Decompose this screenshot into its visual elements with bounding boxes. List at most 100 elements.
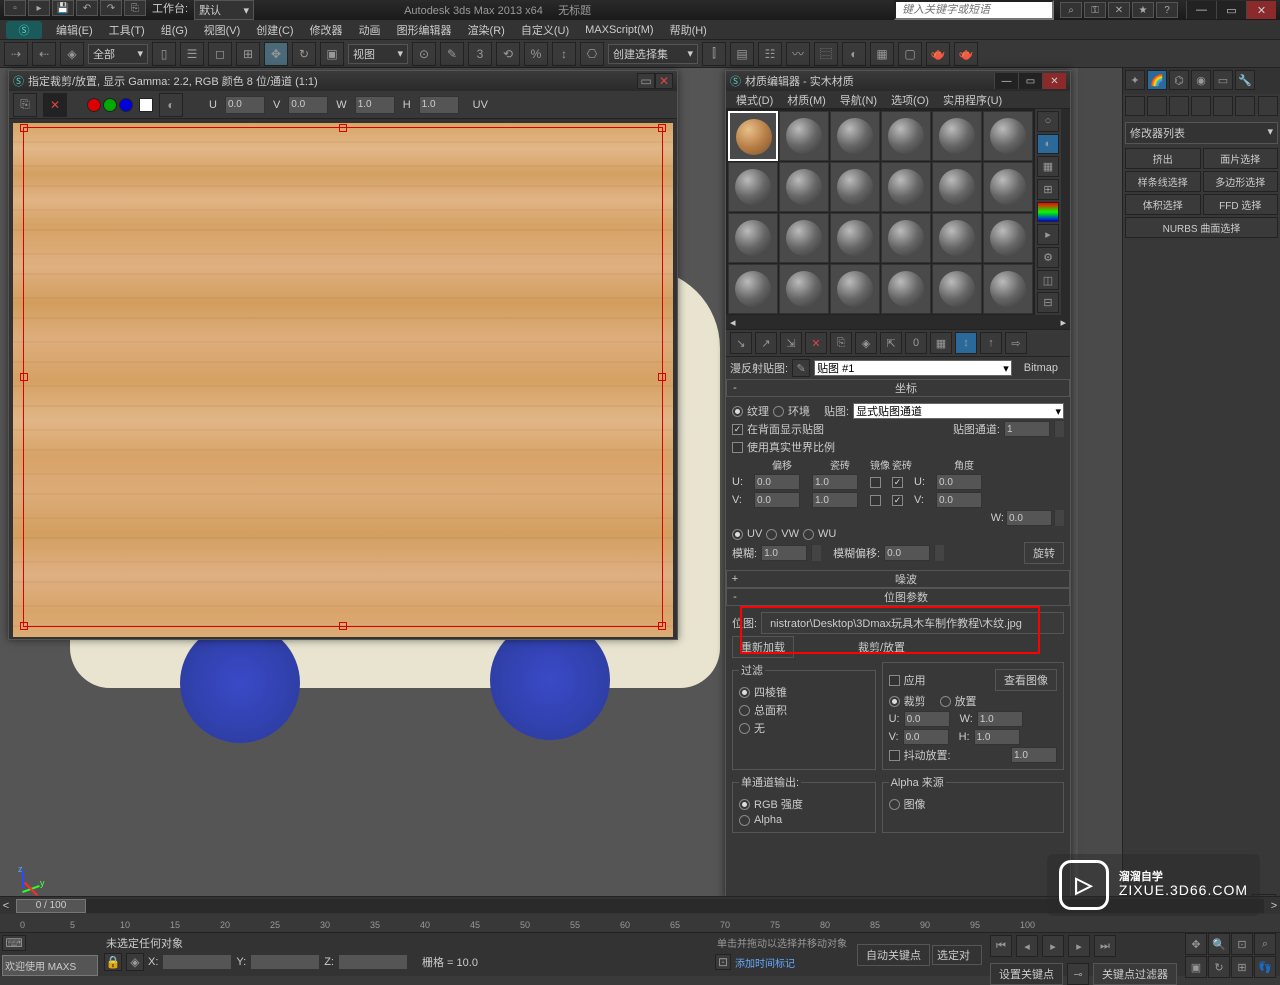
layers-icon[interactable]: ☷ (758, 42, 782, 66)
sample-type-icon[interactable]: ○ (1037, 111, 1059, 132)
bluroff-spinner[interactable]: 0.0 (884, 545, 930, 561)
close-button[interactable]: ✕ (1246, 1, 1276, 19)
go-forward-icon[interactable]: ⇨ (1005, 332, 1027, 354)
key-sel-dropdown[interactable]: 选定对 (932, 945, 982, 965)
workspace-dropdown[interactable]: 默认▾ (194, 0, 254, 20)
rp-tool-icon[interactable] (1125, 96, 1145, 116)
save-bitmap-icon[interactable]: ⎘ (13, 93, 37, 117)
background-icon[interactable]: ▦ (1037, 156, 1059, 177)
snap-icon[interactable]: 3 (468, 42, 492, 66)
mat-menu-options[interactable]: 选项(O) (885, 91, 935, 108)
mat-close-button[interactable]: ✕ (1042, 73, 1066, 89)
max-toggle-icon[interactable]: ⊞ (1231, 956, 1253, 978)
sample-slot[interactable] (779, 111, 829, 161)
select-icon[interactable]: ▯ (152, 42, 176, 66)
place-radio[interactable] (940, 696, 951, 707)
sample-slot[interactable] (881, 162, 931, 212)
menu-render[interactable]: 渲染(R) (460, 20, 513, 40)
view-image-button[interactable]: 查看图像 (995, 669, 1057, 691)
w-spinner[interactable]: 1.0 (355, 96, 395, 114)
u-angle[interactable]: 0.0 (936, 474, 982, 490)
iso-icon[interactable]: ◈ (126, 953, 144, 971)
make-unique-icon[interactable]: ◈ (855, 332, 877, 354)
time-ruler[interactable]: 0510152025303540455055606570758085909510… (0, 914, 1280, 932)
menu-maxscript[interactable]: MAXScript(M) (577, 22, 661, 38)
rotate-button[interactable]: 旋转 (1024, 542, 1064, 564)
mod-poly-sel[interactable]: 多边形选择 (1203, 171, 1279, 192)
open-icon[interactable]: ▸ (28, 0, 50, 16)
vw-radio[interactable] (766, 529, 777, 540)
none-radio[interactable] (739, 723, 750, 734)
sample-slot[interactable] (830, 264, 880, 314)
h-spinner[interactable]: 1.0 (419, 96, 459, 114)
sample-slot[interactable] (830, 162, 880, 212)
sample-slot[interactable] (881, 111, 931, 161)
v-offset[interactable]: 0.0 (754, 492, 800, 508)
make-copy-icon[interactable]: ⎘ (830, 332, 852, 354)
key-icon[interactable]: ⊸ (1067, 963, 1089, 985)
create-tab-icon[interactable]: ✦ (1125, 70, 1145, 90)
bitmap-view[interactable] (13, 123, 673, 637)
uv-tile-icon[interactable]: ⊞ (1037, 179, 1059, 200)
menu-edit[interactable]: 编辑(E) (48, 20, 101, 40)
show-back-check[interactable] (732, 424, 743, 435)
window-cross-icon[interactable]: ⊞ (236, 42, 260, 66)
reload-button[interactable]: 重新加载 (732, 636, 794, 658)
app-menu-button[interactable]: Ⓢ (6, 21, 42, 39)
mod-spline-sel[interactable]: 样条线选择 (1125, 171, 1201, 192)
welcome-button[interactable]: 欢迎使用 MAXS (2, 955, 98, 976)
bitmap-close-icon[interactable]: ✕ (655, 73, 673, 89)
u-tile-check[interactable] (892, 477, 903, 488)
motion-tab-icon[interactable]: ◉ (1191, 70, 1211, 90)
autokey-button[interactable]: 自动关键点 (857, 944, 930, 966)
rgb-int-radio[interactable] (739, 799, 750, 810)
bind-icon[interactable]: ◈ (60, 42, 84, 66)
pan-icon[interactable]: ✥ (1185, 933, 1207, 955)
reset-icon[interactable]: ✕ (805, 332, 827, 354)
link-icon[interactable]: ⇢ (4, 42, 28, 66)
w-angle[interactable]: 0.0 (1006, 510, 1052, 526)
mono-icon[interactable]: ◐ (159, 93, 183, 117)
apply-check[interactable] (889, 675, 900, 686)
redo-icon[interactable]: ↷ (100, 0, 122, 16)
map-type-button[interactable]: Bitmap (1016, 360, 1066, 376)
channel-b-icon[interactable] (119, 98, 133, 112)
bitmap-titlebar[interactable]: Ⓢ 指定裁剪/放置, 显示 Gamma: 2.2, RGB 颜色 8 位/通道 … (9, 71, 677, 91)
mat-id-icon[interactable]: 0 (905, 332, 927, 354)
menu-group[interactable]: 组(G) (153, 20, 196, 40)
new-icon[interactable]: ▫ (4, 0, 26, 16)
preview-icon[interactable]: ▸ (1037, 224, 1059, 245)
channel-g-icon[interactable] (103, 98, 117, 112)
marquee-icon[interactable]: ◻ (208, 42, 232, 66)
utilities-tab-icon[interactable]: 🔧 (1235, 70, 1255, 90)
mat-min-button[interactable]: — (994, 73, 1018, 89)
sample-slot[interactable] (779, 213, 829, 263)
delete-bitmap-icon[interactable]: ✕ (43, 93, 67, 117)
jitter-spinner[interactable]: 1.0 (1011, 747, 1057, 763)
coords-rollout-header[interactable]: -坐标 (726, 379, 1070, 397)
ref-coord-dropdown[interactable]: 视图▾ (348, 44, 408, 64)
crop-h[interactable]: 1.0 (974, 729, 1020, 745)
mat-menu-util[interactable]: 实用程序(U) (937, 91, 1008, 108)
mod-nurbs-sel[interactable]: NURBS 曲面选择 (1125, 217, 1278, 238)
render-icon[interactable]: 🫖 (926, 42, 950, 66)
manipulate-icon[interactable]: ✎ (440, 42, 464, 66)
unlink-icon[interactable]: ⇠ (32, 42, 56, 66)
real-world-check[interactable] (732, 442, 743, 453)
crop-v[interactable]: 0.0 (903, 729, 949, 745)
noise-rollout-header[interactable]: +噪波 (726, 570, 1070, 588)
z-input[interactable] (338, 954, 408, 970)
channel-a-icon[interactable] (139, 98, 153, 112)
show-end-icon[interactable]: ↕ (955, 332, 977, 354)
align-icon[interactable]: ▤ (730, 42, 754, 66)
u-offset[interactable]: 0.0 (754, 474, 800, 490)
sample-slot[interactable] (728, 162, 778, 212)
modify-tab-icon[interactable]: 🌈 (1147, 70, 1167, 90)
wu-radio[interactable] (803, 529, 814, 540)
named-selection-dropdown[interactable]: 创建选择集▾ (608, 44, 698, 64)
spinner-snap-icon[interactable]: ↕ (552, 42, 576, 66)
help-icon[interactable]: ⌕ (1060, 2, 1082, 18)
next-frame-icon[interactable]: ▸ (1068, 935, 1090, 957)
put-to-scene-icon[interactable]: ↗ (755, 332, 777, 354)
time-next-icon[interactable]: > (1268, 900, 1280, 912)
